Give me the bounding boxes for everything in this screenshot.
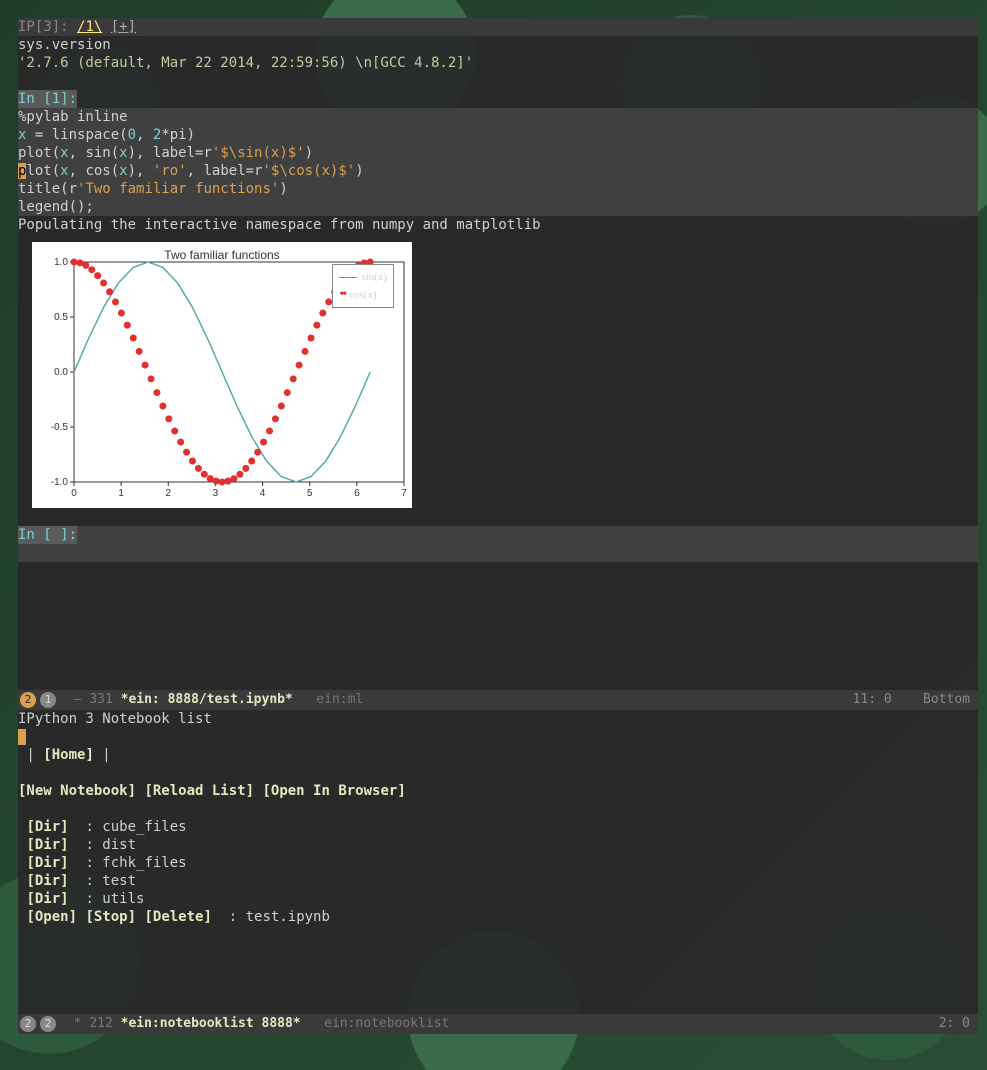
tab-bar: IP[3]: /1\ [+] [18,18,978,36]
svg-text:2: 2 [166,488,172,499]
cell1-line3[interactable]: plot(x, sin(x), label=r'$\sin(x)$') [18,144,978,162]
cursor-pos: 11: 0 [853,692,892,707]
cell1-output: Populating the interactive namespace fro… [18,216,978,234]
reload-list-button[interactable]: [Reload List] [144,783,254,799]
home-link[interactable]: [Home] [43,747,94,763]
list-item[interactable]: [Dir] : utils [18,890,978,908]
svg-text:5: 5 [307,488,313,499]
list-item[interactable]: [Dir] : dist [18,836,978,854]
list-item-file: [Open] [Stop] [Delete] : test.ipynb [18,908,978,926]
cell1-prompt: In [1]: [18,90,978,108]
svg-text:-1.0: -1.0 [51,477,69,488]
svg-text:6: 6 [354,488,360,499]
cell1-body[interactable]: %pylab inline x = linspace(0, 2*pi) plot… [18,108,978,216]
workspace-badge-2c[interactable]: 2 [40,1016,56,1032]
list-item[interactable]: [Dir] : cube_files [18,818,978,836]
svg-text:0: 0 [71,488,77,499]
breadcrumb: | [Home] | [18,746,978,764]
legend-sin: sin(x) [361,268,387,286]
major-mode: ein:ml [316,691,363,709]
notebooklist-title: IPython 3 Notebook list [18,710,978,728]
cursor-line [18,728,978,746]
cell2-body[interactable] [18,544,978,562]
modeline-top: 21 — 331 *ein: 8888/test.ipynb* ein:ml 1… [18,690,978,710]
plot-output: Two familiar functions 0 1 2 3 4 5 6 7 -1.0 -0.5 0… [32,242,412,508]
notebook-entries: [Dir] : cube_files [Dir] : dist [Dir] : … [18,818,978,926]
plot-legend: sin(x) ••cos(x) [332,264,394,308]
open-browser-button[interactable]: [Open In Browser] [262,783,405,799]
cell1-line5[interactable]: title(r'Two familiar functions') [18,180,978,198]
list-item[interactable]: [Dir] : fchk_files [18,854,978,872]
cell2-prompt[interactable]: In [ ]: [18,526,978,544]
buffer-name-2: *ein:notebooklist 8888* [121,1015,301,1033]
cell1-line4[interactable]: plot(x, cos(x), 'ro', label=r'$\cos(x)$'… [18,162,978,180]
svg-text:7: 7 [401,488,407,499]
major-mode-2: ein:notebooklist [324,1015,449,1033]
tab-add[interactable]: [+] [111,19,136,35]
delete-button[interactable]: [Delete] [144,909,211,925]
cell0-code[interactable]: sys.version [18,36,978,54]
workspace-badge-1[interactable]: 1 [40,692,56,708]
workspace-badge-2b[interactable]: 2 [20,1016,36,1032]
cell1-line2[interactable]: x = linspace(0, 2*pi) [18,126,978,144]
scroll-pos: Bottom [923,692,970,707]
plot-title: Two familiar functions [32,246,412,264]
svg-text:0.5: 0.5 [54,312,68,323]
svg-text:3: 3 [213,488,219,499]
notebook-pane[interactable]: IP[3]: /1\ [+] sys.version '2.7.6 (defau… [18,18,978,690]
new-notebook-button[interactable]: [New Notebook] [18,783,136,799]
spacer2 [18,508,978,526]
tab-prefix: IP[3]: [18,19,69,35]
svg-text:4: 4 [260,488,266,499]
modeline-bottom: 22 * 212 *ein:notebooklist 8888* ein:not… [18,1014,978,1034]
list-item[interactable]: [Dir] : test [18,872,978,890]
notebooklist-pane[interactable]: IPython 3 Notebook list | [Home] | [New … [18,710,978,1024]
stop-button[interactable]: [Stop] [85,909,136,925]
notebooklist-actions: [New Notebook] [Reload List] [Open In Br… [18,782,978,800]
spacer [18,72,978,90]
cell1-line1[interactable]: %pylab inline [18,108,978,126]
tab-current[interactable]: /1\ [77,19,102,35]
buffer-name: *ein: 8888/test.ipynb* [121,691,293,709]
cell1-line6[interactable]: legend(); [18,198,978,216]
legend-cos: cos(x) [349,286,377,304]
svg-text:0.0: 0.0 [54,367,68,378]
cell0-output: '2.7.6 (default, Mar 22 2014, 22:59:56) … [18,54,978,72]
cursor-pos-2: 2: 0 [939,1016,970,1031]
open-button[interactable]: [Open] [26,909,77,925]
svg-text:-0.5: -0.5 [51,422,69,433]
svg-text:1: 1 [118,488,124,499]
workspace-badge-2[interactable]: 2 [20,692,36,708]
